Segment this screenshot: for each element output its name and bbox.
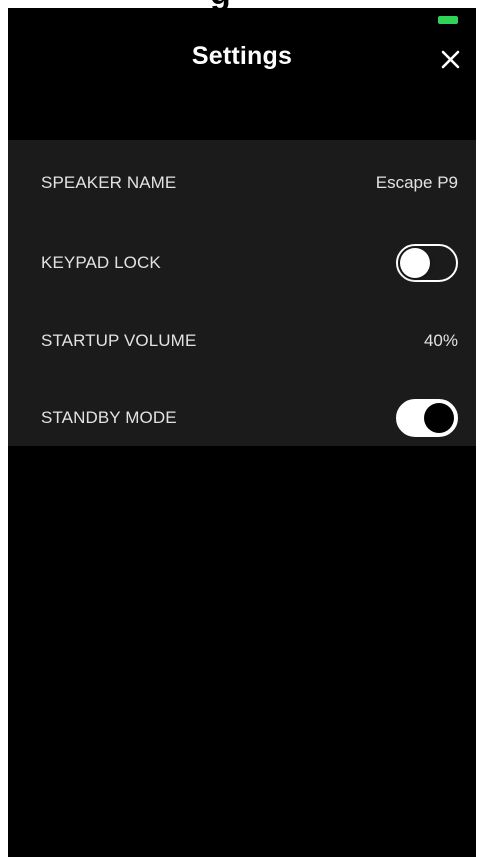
setting-row-keypad-lock: KEYPAD LOCK [8, 238, 476, 288]
startup-volume-value: 40% [423, 331, 458, 350]
standby-mode-label: STANDBY MODE [41, 408, 177, 427]
setting-row-standby-mode: STANDBY MODE [8, 393, 476, 443]
toggle-knob [400, 248, 430, 278]
cropped-title-fragment: g [210, 0, 231, 8]
page-title: Settings [191, 42, 293, 70]
close-button[interactable] [436, 44, 466, 74]
toggle-knob [424, 403, 454, 433]
battery-icon [438, 16, 458, 24]
speaker-name-label: SPEAKER NAME [41, 173, 177, 192]
settings-screen: Settings SPEAKER NAME Escape P9 KEYPAD L… [8, 8, 476, 857]
speaker-name-value: Escape P9 [375, 173, 458, 192]
close-icon [441, 50, 460, 69]
standby-mode-toggle[interactable] [396, 399, 458, 437]
setting-row-speaker-name[interactable]: SPEAKER NAME Escape P9 [8, 158, 476, 208]
keypad-lock-toggle[interactable] [396, 244, 458, 282]
startup-volume-label: STARTUP VOLUME [41, 331, 197, 350]
keypad-lock-label: KEYPAD LOCK [41, 253, 161, 272]
settings-panel: SPEAKER NAME Escape P9 KEYPAD LOCK START… [8, 140, 476, 446]
top-crop-strip: g [0, 0, 484, 8]
setting-row-startup-volume[interactable]: STARTUP VOLUME 40% [8, 316, 476, 366]
